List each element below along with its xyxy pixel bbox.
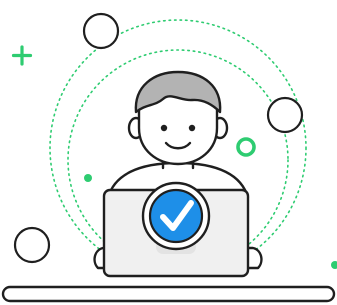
laptop-base	[1, 285, 336, 303]
success-illustration	[0, 0, 337, 305]
plus-icon	[11, 45, 33, 66]
person-eye-left	[160, 124, 168, 132]
bubble-icon-left	[13, 226, 51, 264]
bubble-icon-top	[82, 12, 120, 50]
checkmark-badge-icon	[141, 181, 211, 251]
person-eye-right	[188, 124, 196, 132]
illustration-canvas	[1, 12, 337, 303]
ring-icon	[236, 137, 256, 157]
dot-icon-left	[84, 174, 92, 182]
bubble-icon-right	[266, 96, 304, 134]
dot-icon-right	[331, 261, 337, 269]
